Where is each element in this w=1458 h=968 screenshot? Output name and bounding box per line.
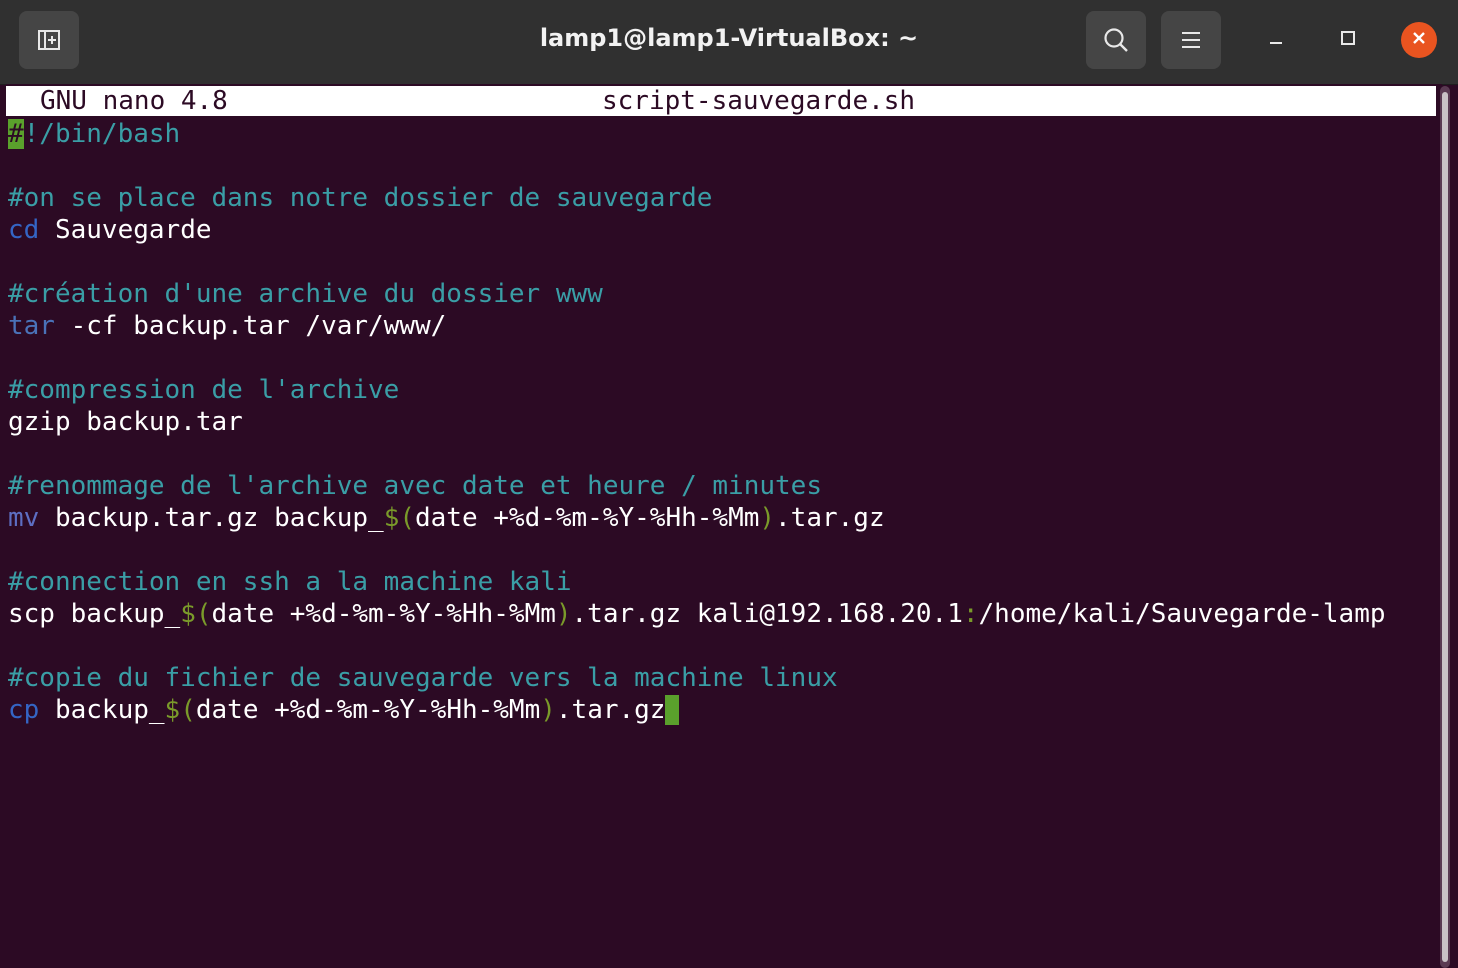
nano-title-bar: GNU nano 4.8 script-sauvegarde.sh [6,86,1436,116]
maximize-icon [1338,28,1358,53]
comment: #copie du fichier de sauvegarde vers la … [8,663,838,693]
command-keyword: cd [8,215,40,245]
editor-line-empty [8,438,1438,470]
subst-inner: date +%d-%m-%Y-%Hh-%Mm [415,503,760,533]
subst-open: $( [180,599,212,629]
command-args: -cf backup.tar /var/www/ [54,311,447,341]
minimize-icon [1266,28,1286,53]
maximize-button[interactable] [1330,22,1366,58]
editor-line-empty [8,342,1438,374]
subst-open: $( [164,695,196,725]
editor-line: tar -cf backup.tar /var/www/ [8,310,1438,342]
comment: #connection en ssh a la machine kali [8,567,572,597]
editor-line: mv backup.tar.gz backup_$(date +%d-%m-%Y… [8,502,1438,534]
minimize-button[interactable] [1258,22,1294,58]
editor-line: #création d'une archive du dossier www [8,278,1438,310]
editor-line-empty [8,630,1438,662]
command-args: backup_ [39,695,165,725]
close-button[interactable] [1401,22,1437,58]
subst-close: ) [759,503,776,533]
new-tab-icon [36,27,62,53]
hamburger-menu-icon [1179,28,1203,52]
subst-close: ) [540,695,556,725]
text-cursor [665,695,680,725]
terminal-area[interactable]: GNU nano 4.8 script-sauvegarde.sh #!/bin… [6,84,1442,968]
title-bar: lamp1@lamp1-VirtualBox: ~ [0,0,1458,85]
command-tail: .tar.gz [555,695,666,725]
command-tail: .tar.gz [775,503,885,533]
subst-inner: date +%d-%m-%Y-%Hh-%Mm [195,695,541,725]
command-keyword: mv [8,503,40,533]
shebang-hash: # [8,119,24,149]
command-args: .tar.gz kali@192.168.20.1 [571,599,963,629]
command-args: scp backup_ [8,599,181,629]
editor-line: #!/bin/bash [8,118,1438,150]
command-keyword: cp [8,695,40,725]
menu-button[interactable] [1161,11,1221,69]
search-icon [1102,26,1130,54]
comment: #création d'une archive du dossier www [8,279,603,309]
terminal-window: lamp1@lamp1-VirtualBox: ~ GNU nano 4.8 s… [0,0,1458,968]
nano-filename: script-sauvegarde.sh [602,86,916,116]
window-title: lamp1@lamp1-VirtualBox: ~ [539,24,919,52]
editor-line-empty [8,246,1438,278]
shebang-path: !/bin/bash [23,119,181,149]
editor-line: scp backup_$(date +%d-%m-%Y-%Hh-%Mm).tar… [8,598,1438,630]
new-tab-button[interactable] [19,11,79,69]
command-keyword: tar [8,311,55,341]
comment: #on se place dans notre dossier de sauve… [8,183,713,213]
scrollbar-thumb[interactable] [1442,92,1448,962]
editor-line: gzip backup.tar [8,406,1438,438]
command-args: Sauvegarde [39,215,212,245]
editor-buffer[interactable]: #!/bin/bash #on se place dans notre doss… [8,118,1438,726]
command-args: backup.tar.gz backup_ [39,503,384,533]
command-line: gzip backup.tar [8,407,243,437]
nano-version: GNU nano 4.8 [40,86,228,116]
search-button[interactable] [1086,11,1146,69]
editor-line: #connection en ssh a la machine kali [8,566,1438,598]
colon-separator: : [962,599,979,629]
editor-line: cd Sauvegarde [8,214,1438,246]
subst-inner: date +%d-%m-%Y-%Hh-%Mm [211,599,556,629]
subst-open: $( [383,503,415,533]
editor-line: #copie du fichier de sauvegarde vers la … [8,662,1438,694]
editor-line: #renommage de l'archive avec date et heu… [8,470,1438,502]
close-icon [1410,29,1428,52]
editor-line: #on se place dans notre dossier de sauve… [8,182,1438,214]
editor-line-empty [8,150,1438,182]
comment: #renommage de l'archive avec date et heu… [8,471,822,501]
editor-line: #compression de l'archive [8,374,1438,406]
editor-line: cp backup_$(date +%d-%m-%Y-%Hh-%Mm).tar.… [8,694,1438,726]
comment: #compression de l'archive [8,375,400,405]
command-tail: /home/kali/Sauvegarde-lamp [978,599,1386,629]
subst-close: ) [555,599,572,629]
editor-line-empty [8,534,1438,566]
